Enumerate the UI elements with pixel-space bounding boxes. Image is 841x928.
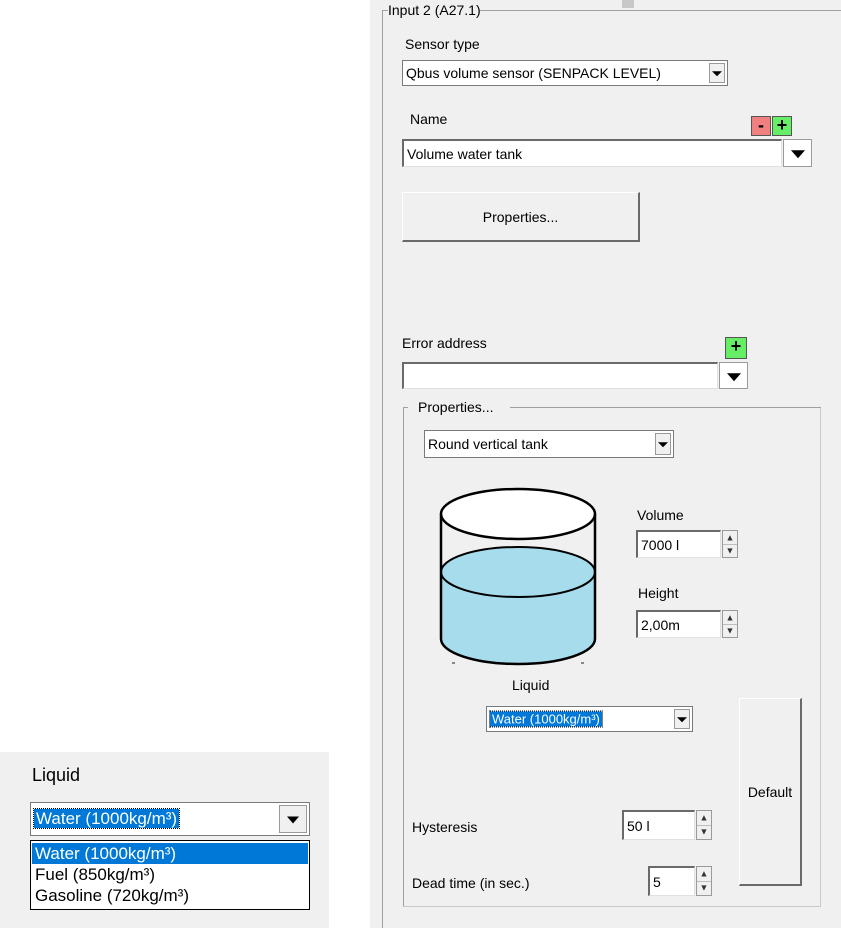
tank-type-value: Round vertical tank	[428, 436, 548, 452]
chevron-down-icon	[726, 372, 741, 381]
plus-icon: +	[776, 115, 788, 135]
volume-spinner[interactable]: ▲ ▼	[722, 530, 738, 558]
hysteresis-increment[interactable]: ▲	[697, 811, 711, 826]
properties-button-label: Properties...	[482, 208, 559, 225]
height-value: 2,00m	[641, 616, 680, 633]
properties-button[interactable]: Properties...	[402, 192, 640, 242]
volume-decrement[interactable]: ▼	[723, 544, 737, 557]
tank-top-ellipse	[439, 487, 597, 541]
liquid-option-water[interactable]: Water (1000kg/m³)	[32, 843, 308, 864]
dead-time-increment[interactable]: ▲	[697, 867, 711, 882]
props-border-right	[820, 407, 821, 907]
remove-name-button[interactable]: -	[751, 116, 771, 136]
props-border-top-left	[403, 407, 408, 408]
volume-label: Volume	[637, 507, 684, 523]
group-border-top-right	[480, 10, 841, 11]
error-address-field[interactable]	[402, 362, 718, 389]
liquid-value: Water (1000kg/m³)	[489, 710, 603, 728]
volume-value: 7000 l	[641, 536, 680, 553]
hysteresis-field[interactable]: 50 l	[622, 810, 695, 840]
tank-type-dropdown-button[interactable]	[655, 433, 671, 455]
properties-group-title: Properties...	[418, 399, 494, 415]
hysteresis-spinner[interactable]: ▲ ▼	[696, 810, 712, 840]
liquid-dropdown-button[interactable]	[674, 709, 690, 729]
hysteresis-label: Hysteresis	[412, 819, 478, 835]
name-value: Volume water tank	[407, 145, 523, 162]
tank-foot-right	[581, 662, 584, 664]
sensor-type-select[interactable]: Qbus volume sensor (SENPACK LEVEL)	[402, 60, 728, 86]
default-button-label: Default	[747, 783, 793, 800]
plus-icon: +	[730, 336, 742, 356]
dead-time-value: 5	[653, 873, 661, 890]
dead-time-decrement[interactable]: ▼	[697, 881, 711, 895]
tank-type-select[interactable]: Round vertical tank	[424, 430, 674, 458]
zoom-liquid-select[interactable]: Water (1000kg/m³)	[30, 802, 310, 836]
liquid-option-gasoline[interactable]: Gasoline (720kg/m³)	[32, 885, 308, 906]
tank-foot-left	[452, 662, 455, 664]
volume-field[interactable]: 7000 l	[636, 530, 721, 558]
chevron-down-icon	[658, 442, 668, 448]
default-button[interactable]: Default	[739, 698, 802, 886]
height-field[interactable]: 2,00m	[636, 610, 721, 638]
dead-time-label: Dead time (in sec.)	[412, 875, 530, 891]
chevron-down-icon	[712, 71, 722, 77]
zoom-liquid-dropdown-button[interactable]	[279, 805, 307, 833]
add-error-address-button[interactable]: +	[725, 337, 747, 359]
liquid-option-fuel[interactable]: Fuel (850kg/m³)	[32, 864, 308, 885]
top-tab-stub	[622, 0, 634, 8]
hysteresis-decrement[interactable]: ▼	[697, 825, 711, 839]
add-name-button[interactable]: +	[772, 116, 792, 136]
hysteresis-value: 50 l	[627, 817, 650, 834]
volume-increment[interactable]: ▲	[723, 531, 737, 545]
error-address-dropdown-button[interactable]	[719, 362, 748, 389]
name-label: Name	[410, 111, 448, 127]
dead-time-field[interactable]: 5	[648, 866, 695, 896]
sensor-type-value: Qbus volume sensor (SENPACK LEVEL)	[406, 65, 661, 81]
error-address-label: Error address	[402, 335, 487, 351]
height-spinner[interactable]: ▲ ▼	[722, 610, 738, 638]
chevron-down-icon	[790, 150, 805, 159]
name-field[interactable]: Volume water tank	[402, 139, 782, 167]
dead-time-spinner[interactable]: ▲ ▼	[696, 866, 712, 896]
height-decrement[interactable]: ▼	[723, 624, 737, 637]
height-label: Height	[638, 585, 679, 601]
liquid-select[interactable]: Water (1000kg/m³)	[486, 706, 693, 732]
chevron-down-icon	[677, 717, 687, 723]
minus-icon: -	[758, 115, 764, 135]
liquid-label: Liquid	[512, 677, 550, 693]
height-increment[interactable]: ▲	[723, 611, 737, 625]
name-dropdown-button[interactable]	[783, 139, 812, 167]
group-border-left	[382, 10, 383, 928]
sensor-type-dropdown-button[interactable]	[709, 63, 725, 83]
props-border-top-right	[510, 407, 821, 408]
zoom-liquid-options-list: Water (1000kg/m³) Fuel (850kg/m³) Gasoli…	[30, 840, 310, 910]
chevron-down-icon	[287, 816, 299, 824]
props-border-bottom	[403, 906, 821, 907]
cylinder-tank-icon	[439, 487, 597, 666]
zoom-liquid-value: Water (1000kg/m³)	[32, 808, 181, 829]
sensor-type-label: Sensor type	[405, 36, 480, 52]
props-border-left	[403, 407, 404, 907]
zoom-liquid-label: Liquid	[32, 765, 81, 785]
input-group-title: Input 2 (A27.1)	[388, 2, 481, 18]
tank-liquid-surface	[440, 546, 596, 598]
